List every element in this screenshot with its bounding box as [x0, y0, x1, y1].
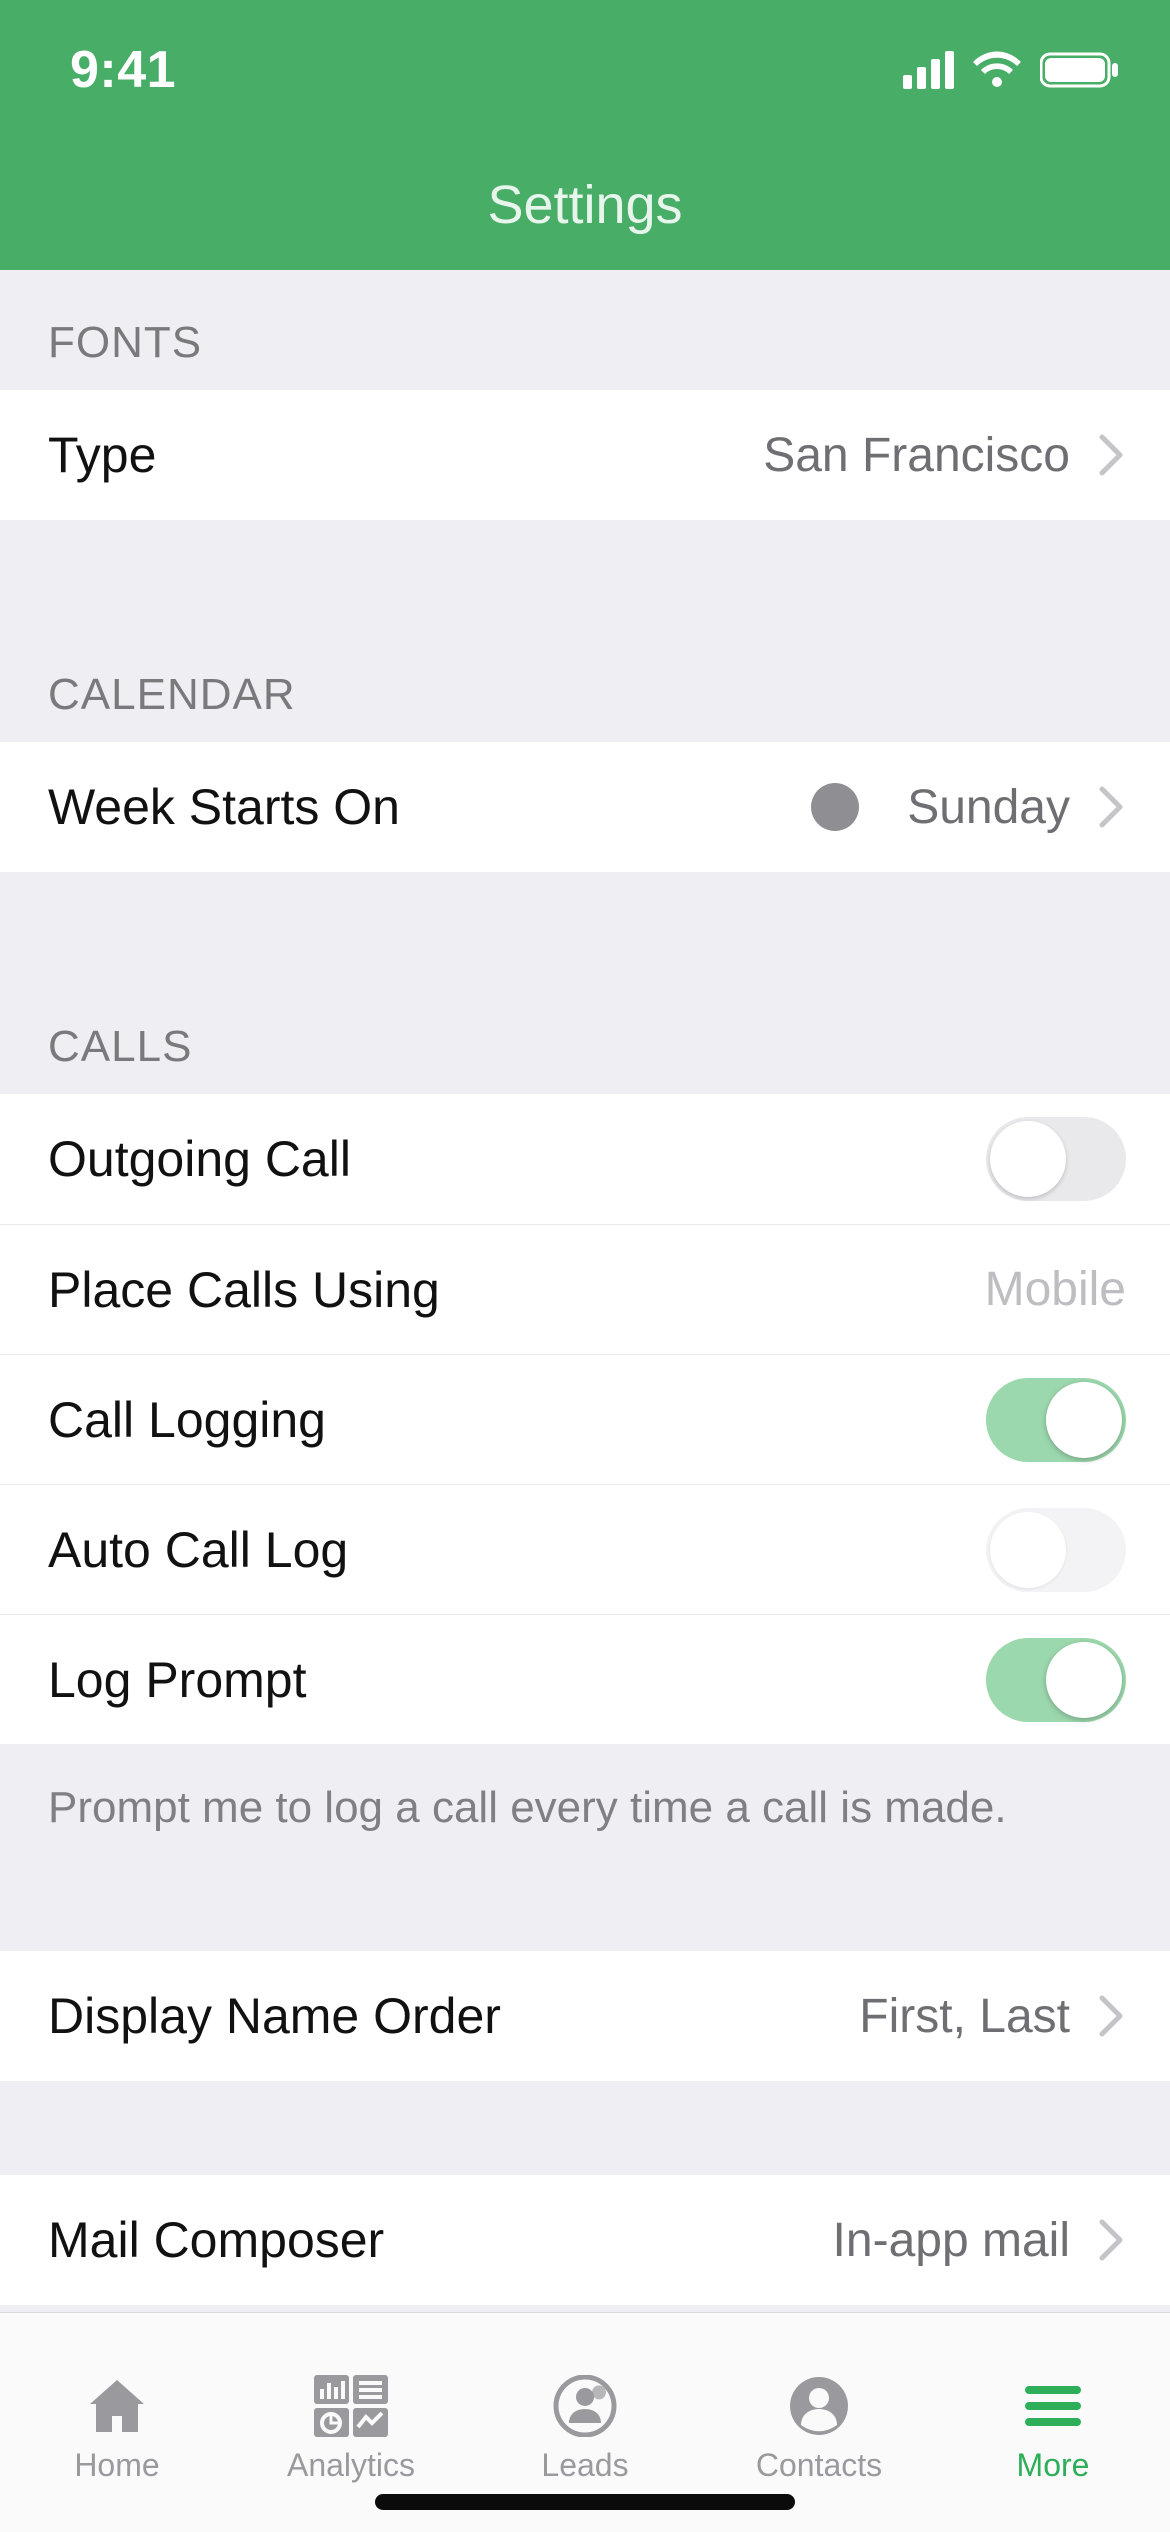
tab-label: Contacts [756, 2447, 882, 2484]
section-header-fonts: FONTS [0, 270, 1170, 390]
row-font-type[interactable]: Type San Francisco [0, 390, 1170, 520]
group-mail-composer: Mail Composer In-app mail [0, 2175, 1170, 2305]
auto-call-log-toggle[interactable] [986, 1508, 1126, 1592]
nav-title-bar: Settings [0, 140, 1170, 270]
status-time: 9:41 [70, 40, 176, 100]
chevron-right-icon [1098, 2218, 1126, 2262]
header: 9:41 Settings [0, 0, 1170, 270]
home-indicator[interactable] [375, 2494, 795, 2510]
row-label: Auto Call Log [48, 1521, 986, 1579]
row-display-name-order[interactable]: Display Name Order First, Last [0, 1951, 1170, 2081]
outgoing-call-toggle[interactable] [986, 1117, 1126, 1201]
row-value: In-app mail [833, 2213, 1070, 2268]
chevron-right-icon [1098, 433, 1126, 477]
analytics-icon [314, 2371, 388, 2441]
status-icons [903, 51, 1120, 89]
row-label: Place Calls Using [48, 1261, 985, 1319]
row-value: San Francisco [763, 428, 1070, 483]
cellular-signal-icon [903, 51, 954, 89]
leads-icon [552, 2371, 618, 2441]
tab-label: Leads [541, 2447, 628, 2484]
section-footer-calls: Prompt me to log a call every time a cal… [0, 1744, 1170, 1857]
row-label: Display Name Order [48, 1987, 859, 2045]
status-bar: 9:41 [0, 0, 1170, 140]
row-value: First, Last [859, 1989, 1070, 2044]
tab-home[interactable]: Home [0, 2313, 234, 2532]
row-value: Sunday [907, 780, 1070, 835]
call-logging-toggle[interactable] [986, 1378, 1126, 1462]
home-icon [84, 2371, 150, 2441]
battery-icon [1040, 51, 1120, 89]
row-label: Log Prompt [48, 1651, 986, 1709]
row-label: Type [48, 426, 763, 484]
group-calendar: Week Starts On Sunday [0, 742, 1170, 872]
row-label: Week Starts On [48, 778, 811, 836]
row-place-calls-using[interactable]: Place Calls Using Mobile [0, 1224, 1170, 1354]
wifi-icon [972, 51, 1022, 89]
row-auto-call-log: Auto Call Log [0, 1484, 1170, 1614]
row-label: Call Logging [48, 1391, 986, 1449]
log-prompt-toggle[interactable] [986, 1638, 1126, 1722]
chevron-right-icon [1098, 1994, 1126, 2038]
tab-label: Home [74, 2447, 159, 2484]
row-value: Mobile [985, 1262, 1126, 1317]
row-log-prompt: Log Prompt [0, 1614, 1170, 1744]
chevron-right-icon [1098, 785, 1126, 829]
loading-dot-icon [811, 783, 859, 831]
page-title: Settings [487, 174, 682, 236]
row-outgoing-call: Outgoing Call [0, 1094, 1170, 1224]
tab-more[interactable]: More [936, 2313, 1170, 2532]
group-calls: Outgoing Call Place Calls Using Mobile C… [0, 1094, 1170, 1744]
section-header-calls: CALLS [0, 872, 1170, 1094]
contacts-icon [786, 2371, 852, 2441]
tab-label: More [1017, 2447, 1090, 2484]
row-label: Mail Composer [48, 2211, 833, 2269]
group-display-name: Display Name Order First, Last [0, 1951, 1170, 2081]
row-label: Outgoing Call [48, 1130, 986, 1188]
group-fonts: Type San Francisco [0, 390, 1170, 520]
row-call-logging: Call Logging [0, 1354, 1170, 1484]
row-mail-composer[interactable]: Mail Composer In-app mail [0, 2175, 1170, 2305]
section-header-calendar: CALENDAR [0, 520, 1170, 742]
row-week-starts-on[interactable]: Week Starts On Sunday [0, 742, 1170, 872]
tab-label: Analytics [287, 2447, 415, 2484]
more-icon [1023, 2371, 1083, 2441]
